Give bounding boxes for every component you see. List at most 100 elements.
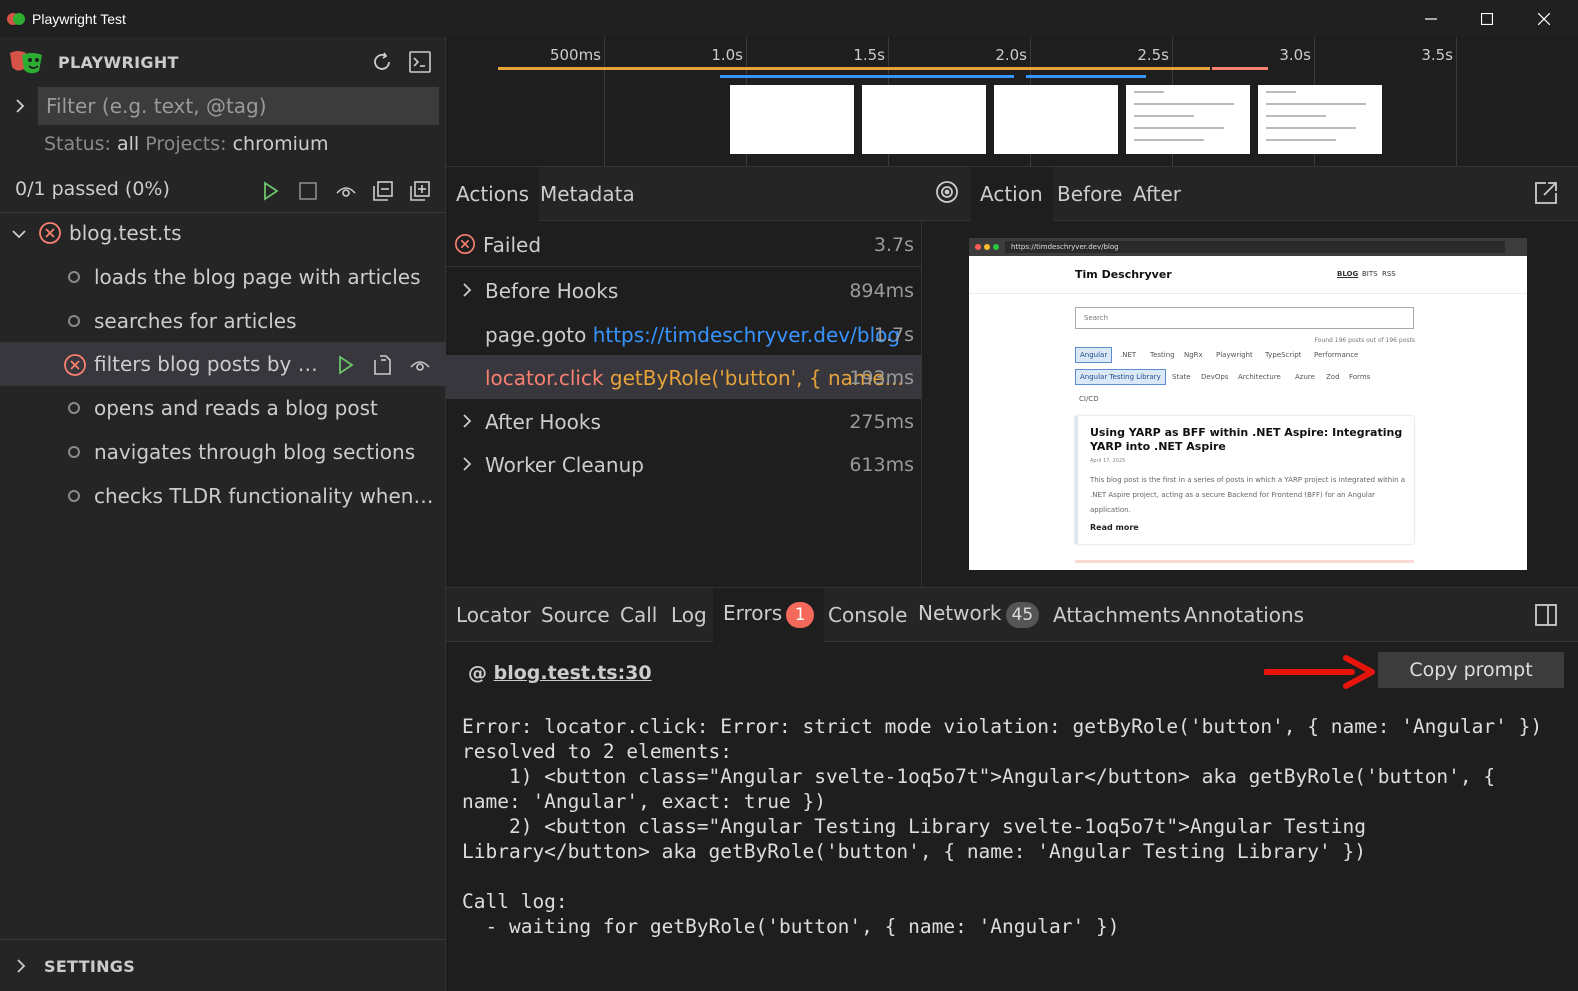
minimize-button[interactable]	[1403, 0, 1459, 37]
chevron-right-icon[interactable]	[10, 96, 30, 116]
run-all-button[interactable]	[257, 178, 283, 204]
watch-all-button[interactable]	[333, 178, 359, 204]
tab-console[interactable]: Console	[818, 588, 917, 642]
tab-action[interactable]: Action	[970, 167, 1053, 221]
timeline-screenshot[interactable]	[994, 85, 1118, 154]
run-test-button[interactable]	[332, 352, 358, 378]
toggle-sidebar-button[interactable]	[1528, 588, 1558, 642]
post-date: April 17, 2025	[1090, 458, 1126, 464]
brand-name: PLAYWRIGHT	[58, 52, 179, 72]
action-row[interactable]: page.goto https://timdeschryver.dev/blog…	[446, 312, 922, 356]
timeline-screenshot[interactable]	[1258, 85, 1382, 154]
site-title: Tim Deschryver	[1075, 268, 1172, 281]
nav-blog: BLOG	[1337, 270, 1359, 278]
expand-all-icon	[410, 181, 430, 201]
action-row[interactable]: After Hooks 275ms	[446, 399, 922, 443]
eye-icon	[336, 187, 356, 197]
status-value[interactable]: all	[117, 133, 139, 155]
reload-button[interactable]	[369, 49, 395, 75]
timeline-tick	[1456, 37, 1457, 167]
test-file-node[interactable]: blog.test.ts	[0, 213, 446, 255]
tab-network[interactable]: Network 45	[908, 588, 1049, 642]
test-item[interactable]: navigates through blog sections	[0, 430, 446, 474]
test-item[interactable]: opens and reads a blog post	[0, 386, 446, 430]
playwright-logo-icon	[7, 12, 25, 25]
terminal-icon	[409, 51, 431, 73]
test-name: navigates through blog sections	[94, 440, 416, 464]
post-title: Using YARP as BFF within .NET Aspire: In…	[1090, 426, 1403, 453]
collapse-all-button[interactable]	[370, 178, 396, 204]
tab-log[interactable]: Log	[661, 588, 717, 642]
close-window-button[interactable]	[1516, 0, 1572, 37]
error-source-location[interactable]: @ blog.test.ts:30	[468, 662, 652, 684]
site-header: Tim Deschryver BLOG BITS RSS	[969, 256, 1527, 294]
target-icon	[936, 181, 958, 203]
tab-annotations[interactable]: Annotations	[1174, 588, 1314, 642]
action-duration: 275ms	[849, 411, 914, 433]
timeline-bar-failed	[1212, 67, 1268, 70]
chevron-right-icon[interactable]	[460, 412, 474, 430]
test-item[interactable]: searches for articles	[0, 299, 446, 343]
chevron-right-icon[interactable]	[460, 455, 474, 473]
source-prefix: @	[468, 662, 487, 684]
pick-locator-button[interactable]	[924, 167, 970, 221]
timeline-tick-label: 2.5s	[1137, 46, 1169, 64]
snapshot-panel: Action Before After https://timdeschryve…	[922, 167, 1578, 587]
eye-icon	[410, 361, 430, 371]
tab-after[interactable]: After	[1123, 167, 1191, 221]
timeline-tick-label: 1.0s	[711, 46, 743, 64]
snapshot-tabbar: Action Before After	[922, 167, 1578, 221]
watch-test-button[interactable]	[407, 352, 433, 378]
timeline-screenshot[interactable]	[862, 85, 986, 154]
test-result-row: Failed 3.7s	[446, 221, 922, 267]
tab-metadata[interactable]: Metadata	[530, 167, 645, 221]
action-row[interactable]: Before Hooks 894ms	[446, 268, 922, 312]
snapshot-browser[interactable]: https://timdeschryver.dev/blog Tim Desch…	[969, 238, 1527, 570]
stop-button[interactable]	[295, 178, 321, 204]
tag-chip: Zod	[1326, 373, 1340, 381]
copy-prompt-button[interactable]: Copy prompt	[1378, 652, 1564, 688]
tab-attachments[interactable]: Attachments	[1043, 588, 1191, 642]
source-link[interactable]: blog.test.ts:30	[494, 662, 652, 684]
tab-locator[interactable]: Locator	[446, 588, 541, 642]
actions-tabbar: Actions Metadata	[446, 167, 922, 221]
chevron-right-icon[interactable]	[460, 281, 474, 299]
action-row-selected[interactable]: locator.click getByRole('button', { name…	[446, 355, 922, 399]
test-item[interactable]: checks TLDR functionality when available	[0, 474, 446, 518]
settings-section[interactable]: SETTINGS	[0, 939, 446, 991]
found-count: Found 196 posts out of 196 posts	[1314, 337, 1415, 344]
tab-source[interactable]: Source	[531, 588, 620, 642]
passed-summary: 0/1 passed (0%)	[15, 178, 170, 200]
timeline-screenshot[interactable]	[730, 85, 854, 154]
timeline[interactable]: 500ms 1.0s 1.5s 2.0s 2.5s 3.0s 3.5s	[446, 37, 1578, 167]
test-name: checks TLDR functionality when available	[94, 484, 438, 508]
test-item-selected[interactable]: filters blog posts by tag	[0, 342, 446, 386]
chevron-down-icon[interactable]	[10, 225, 28, 243]
details-tabbar: Locator Source Call Log Errors 1 Console …	[446, 588, 1578, 642]
expand-all-button[interactable]	[407, 178, 433, 204]
pending-status-icon	[68, 402, 80, 414]
tab-before[interactable]: Before	[1047, 167, 1132, 221]
tab-errors-label: Errors	[723, 601, 783, 625]
action-row[interactable]: Worker Cleanup 613ms	[446, 442, 922, 486]
failed-status-icon	[64, 354, 86, 376]
open-snapshot-button[interactable]	[1528, 167, 1558, 221]
tab-actions[interactable]: Actions	[446, 167, 540, 221]
terminal-button[interactable]	[407, 49, 433, 75]
tab-call[interactable]: Call	[610, 588, 667, 642]
show-source-button[interactable]	[370, 352, 396, 378]
playwright-logo-icon	[10, 51, 42, 74]
timeline-tick	[604, 37, 605, 167]
stop-icon	[299, 182, 317, 200]
status-filter[interactable]: Status: all Projects: chromium	[44, 133, 328, 155]
test-item[interactable]: loads the blog page with articles	[0, 255, 446, 299]
filter-input[interactable]	[38, 87, 439, 125]
projects-value[interactable]: chromium	[233, 133, 329, 155]
tab-network-label: Network	[918, 601, 1002, 625]
timeline-tick-label: 1.5s	[853, 46, 885, 64]
tab-errors[interactable]: Errors 1	[713, 588, 825, 642]
test-name: searches for articles	[94, 309, 297, 333]
tag-chip: TypeScript	[1265, 351, 1302, 359]
maximize-button[interactable]	[1459, 0, 1515, 37]
timeline-screenshot[interactable]	[1126, 85, 1250, 154]
